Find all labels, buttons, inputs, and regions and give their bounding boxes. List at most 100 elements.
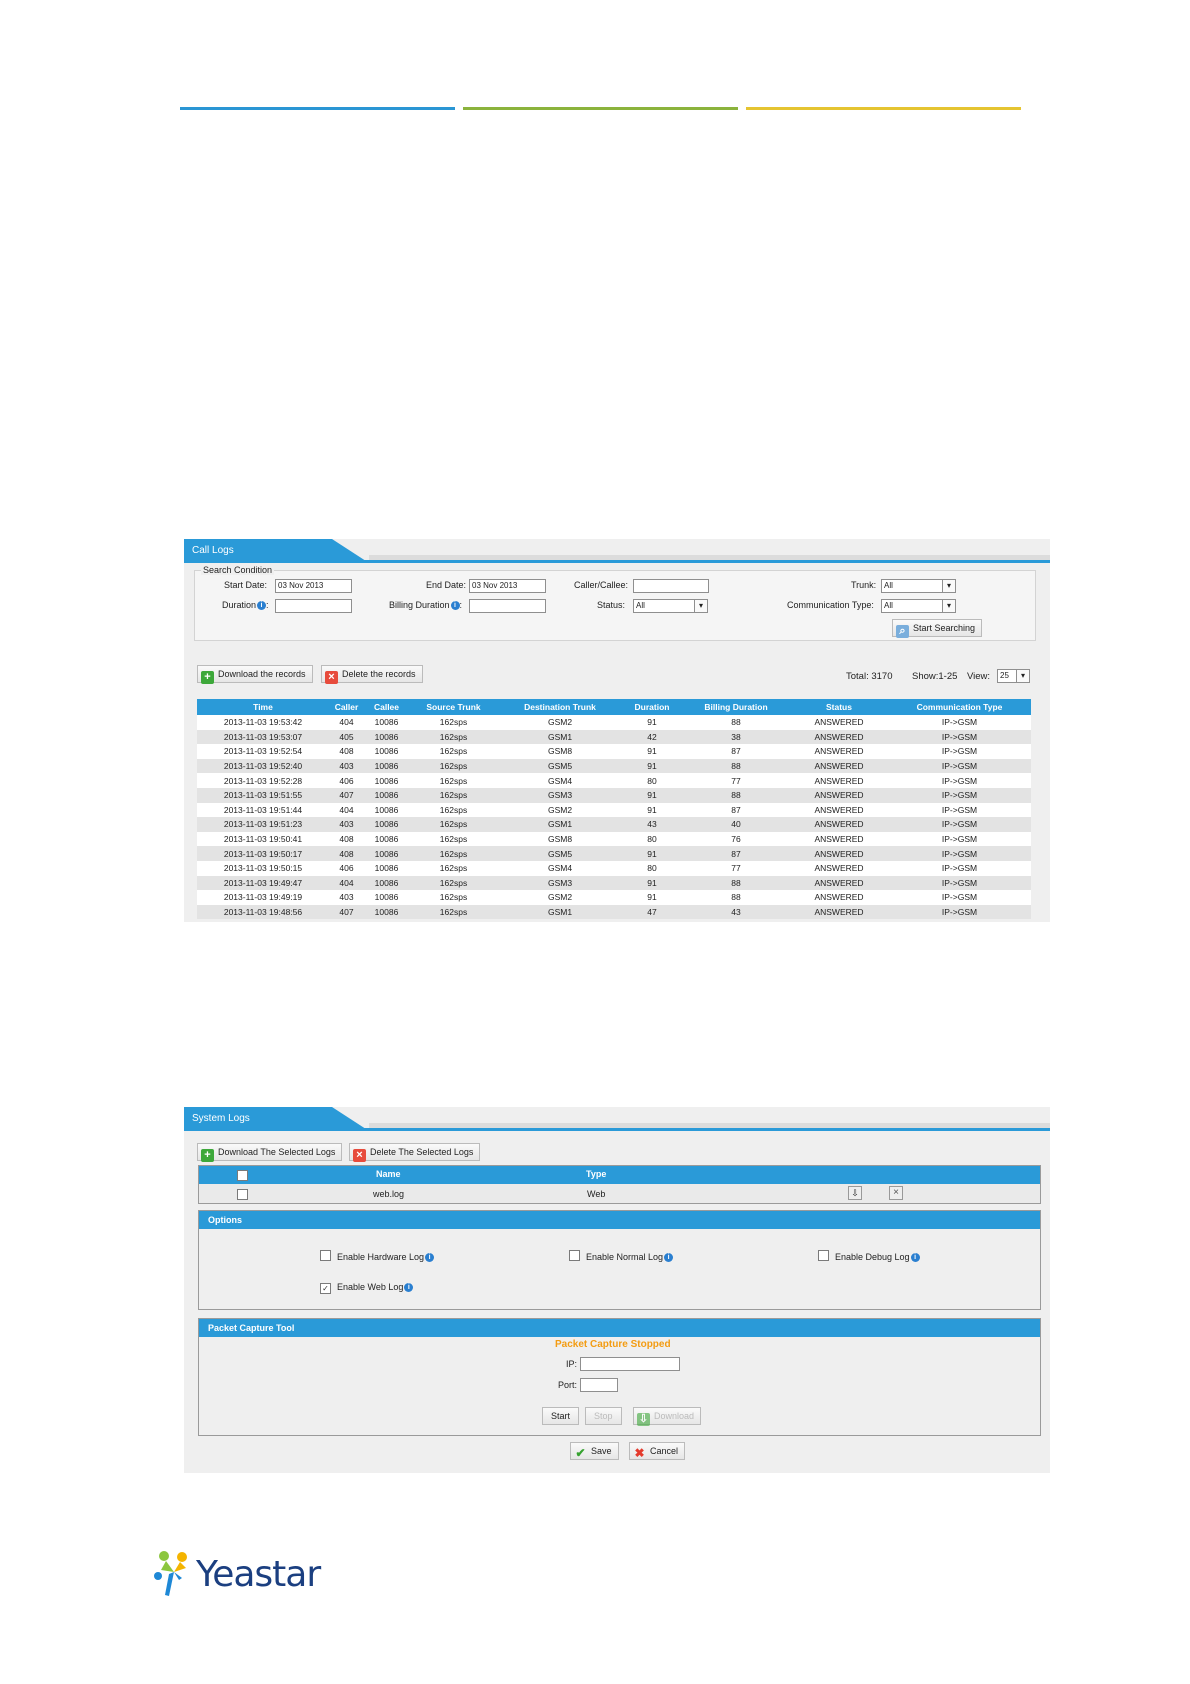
end-date-input[interactable]: 03 Nov 2013 — [469, 579, 546, 593]
enable-hardware-log-option[interactable]: Enable Hardware Log i — [320, 1250, 435, 1262]
download-records-button[interactable]: + Download the records — [197, 665, 313, 684]
column-header-caller[interactable]: Caller — [329, 699, 364, 715]
table-row[interactable]: 2013-11-03 19:49:47 404 10086 162sps GSM3 91 8… — [197, 875, 1031, 891]
trunk-select[interactable]: All ▾ — [881, 579, 956, 593]
cell-destination-trunk: GSM3 — [498, 787, 622, 803]
table-row[interactable]: 2013-11-03 19:49:19 403 10086 162sps GSM2 91 8… — [197, 890, 1031, 905]
column-header-destination-trunk[interactable]: Destination Trunk — [498, 699, 622, 715]
table-row[interactable]: 2013-11-03 19:51:55 407 10086 162sps GSM3 91 8… — [197, 787, 1031, 803]
table-row[interactable]: 2013-11-03 19:51:44 404 10086 162sps GSM2 91 8… — [197, 802, 1031, 818]
enable-debug-log-label: Enable Debug Log — [835, 1252, 910, 1262]
table-row[interactable]: 2013-11-03 19:52:54 408 10086 162sps GSM8 91 8… — [197, 744, 1031, 759]
table-row[interactable]: 2013-11-03 19:50:41 408 10086 162sps GSM8 80 7… — [197, 831, 1031, 847]
port-input[interactable] — [580, 1378, 618, 1392]
delete-selected-label: Delete The Selected Logs — [370, 1147, 474, 1157]
status-select[interactable]: All ▾ — [633, 599, 708, 613]
column-header-billing-duration[interactable]: Billing Duration — [682, 699, 790, 715]
stop-capture-label: Stop — [594, 1411, 613, 1421]
table-row[interactable]: 2013-11-03 19:53:07 405 10086 162sps GSM1 42 3… — [197, 729, 1031, 745]
cell-status: ANSWERED — [790, 715, 888, 730]
cell-caller: 408 — [329, 744, 364, 759]
download-records-label: Download the records — [218, 669, 306, 679]
cell-source-trunk: 162sps — [409, 831, 498, 847]
cell-time: 2013-11-03 19:51:55 — [197, 787, 329, 803]
cell-callee: 10086 — [364, 787, 409, 803]
ip-input[interactable] — [580, 1357, 680, 1371]
table-row[interactable]: 2013-11-03 19:50:15 406 10086 162sps GSM4 80 7… — [197, 860, 1031, 876]
download-file-icon[interactable]: ⇩ — [848, 1186, 862, 1200]
cell-source-trunk: 162sps — [409, 846, 498, 861]
stop-capture-button[interactable]: Stop — [585, 1407, 622, 1425]
select-all-checkbox[interactable] — [237, 1170, 248, 1181]
table-row[interactable]: 2013-11-03 19:53:42 404 10086 162sps GSM2 91 8… — [197, 715, 1031, 730]
cell-status: ANSWERED — [790, 787, 888, 803]
table-row[interactable]: 2013-11-03 19:52:28 406 10086 162sps GSM4 80 7… — [197, 773, 1031, 788]
enable-hardware-log-checkbox[interactable] — [320, 1250, 331, 1261]
cell-destination-trunk: GSM5 — [498, 758, 622, 774]
view-select[interactable]: 25 ▾ — [997, 669, 1030, 683]
column-header-source-trunk[interactable]: Source Trunk — [409, 699, 498, 715]
cell-callee: 10086 — [364, 846, 409, 861]
table-row[interactable]: 2013-11-03 19:50:17 408 10086 162sps GSM5 91 8… — [197, 846, 1031, 861]
table-row[interactable]: 2013-11-03 19:48:56 407 10086 162sps GSM1 47 4… — [197, 904, 1031, 920]
table-row[interactable]: 2013-11-03 19:51:23 403 10086 162sps GSM1 43 4… — [197, 817, 1031, 832]
enable-debug-log-checkbox[interactable] — [818, 1250, 829, 1261]
cell-source-trunk: 162sps — [409, 773, 498, 788]
caller-callee-input[interactable] — [633, 579, 709, 593]
billing-duration-label: Billing Duration i: — [389, 600, 463, 610]
enable-normal-log-option[interactable]: Enable Normal Log i — [569, 1250, 674, 1262]
chevron-down-icon: ▾ — [694, 600, 707, 612]
header-bar-blue — [180, 107, 455, 110]
cell-caller: 407 — [329, 787, 364, 803]
row-checkbox[interactable] — [237, 1189, 248, 1200]
enable-normal-log-label: Enable Normal Log — [586, 1252, 664, 1262]
cell-duration: 91 — [622, 787, 682, 803]
cell-callee: 10086 — [364, 802, 409, 818]
communication-type-select[interactable]: All ▾ — [881, 599, 956, 613]
cell-status: ANSWERED — [790, 875, 888, 891]
delete-file-icon[interactable]: × — [889, 1186, 903, 1200]
column-header-duration[interactable]: Duration — [622, 699, 682, 715]
table-row[interactable]: 2013-11-03 19:52:40 403 10086 162sps GSM5 91 8… — [197, 758, 1031, 774]
enable-web-log-checkbox[interactable]: ✓ — [320, 1283, 331, 1294]
start-searching-button[interactable]: ⌕ Start Searching — [892, 619, 983, 638]
cell-source-trunk: 162sps — [409, 715, 498, 730]
column-header-callee[interactable]: Callee — [364, 699, 409, 715]
save-button[interactable]: ✔ Save — [570, 1442, 619, 1460]
cell-source-trunk: 162sps — [409, 890, 498, 905]
cell-caller: 405 — [329, 729, 364, 745]
status-select-value: All — [636, 601, 645, 610]
delete-records-button[interactable]: × Delete the records — [321, 665, 423, 684]
search-icon: ⌕ — [896, 625, 909, 638]
cancel-button[interactable]: ✖ Cancel — [629, 1442, 686, 1460]
cell-status: ANSWERED — [790, 846, 888, 861]
column-header-communication-type[interactable]: Communication Type — [888, 699, 1031, 715]
delete-selected-logs-button[interactable]: × Delete The Selected Logs — [349, 1143, 481, 1162]
cell-time: 2013-11-03 19:51:44 — [197, 802, 329, 818]
cell-callee: 10086 — [364, 904, 409, 920]
enable-normal-log-checkbox[interactable] — [569, 1250, 580, 1261]
duration-input[interactable] — [275, 599, 352, 613]
start-searching-label: Start Searching — [913, 623, 976, 633]
cell-billing-duration: 38 — [682, 729, 790, 745]
download-selected-logs-button[interactable]: + Download The Selected Logs — [197, 1143, 343, 1162]
cell-communication-type: IP->GSM — [888, 860, 1031, 876]
cell-destination-trunk: GSM1 — [498, 904, 622, 920]
column-header-status[interactable]: Status — [790, 699, 888, 715]
cell-source-trunk: 162sps — [409, 904, 498, 920]
enable-web-log-option[interactable]: ✓ Enable Web Log i — [320, 1282, 414, 1294]
cell-source-trunk: 162sps — [409, 860, 498, 876]
start-date-input[interactable]: 03 Nov 2013 — [275, 579, 352, 593]
enable-debug-log-option[interactable]: Enable Debug Log i — [818, 1250, 920, 1262]
cell-source-trunk: 162sps — [409, 729, 498, 745]
cell-callee: 10086 — [364, 729, 409, 745]
cell-status: ANSWERED — [790, 802, 888, 818]
packet-capture-section: Packet Capture Tool Packet Capture Stopp… — [198, 1318, 1041, 1436]
info-icon: i — [257, 601, 267, 610]
billing-duration-input[interactable] — [469, 599, 546, 613]
cell-duration: 91 — [622, 875, 682, 891]
column-header-time[interactable]: Time — [197, 699, 329, 715]
cell-status: ANSWERED — [790, 817, 888, 832]
download-capture-button[interactable]: ⇩ Download — [633, 1407, 702, 1426]
start-capture-button[interactable]: Start — [542, 1407, 580, 1425]
